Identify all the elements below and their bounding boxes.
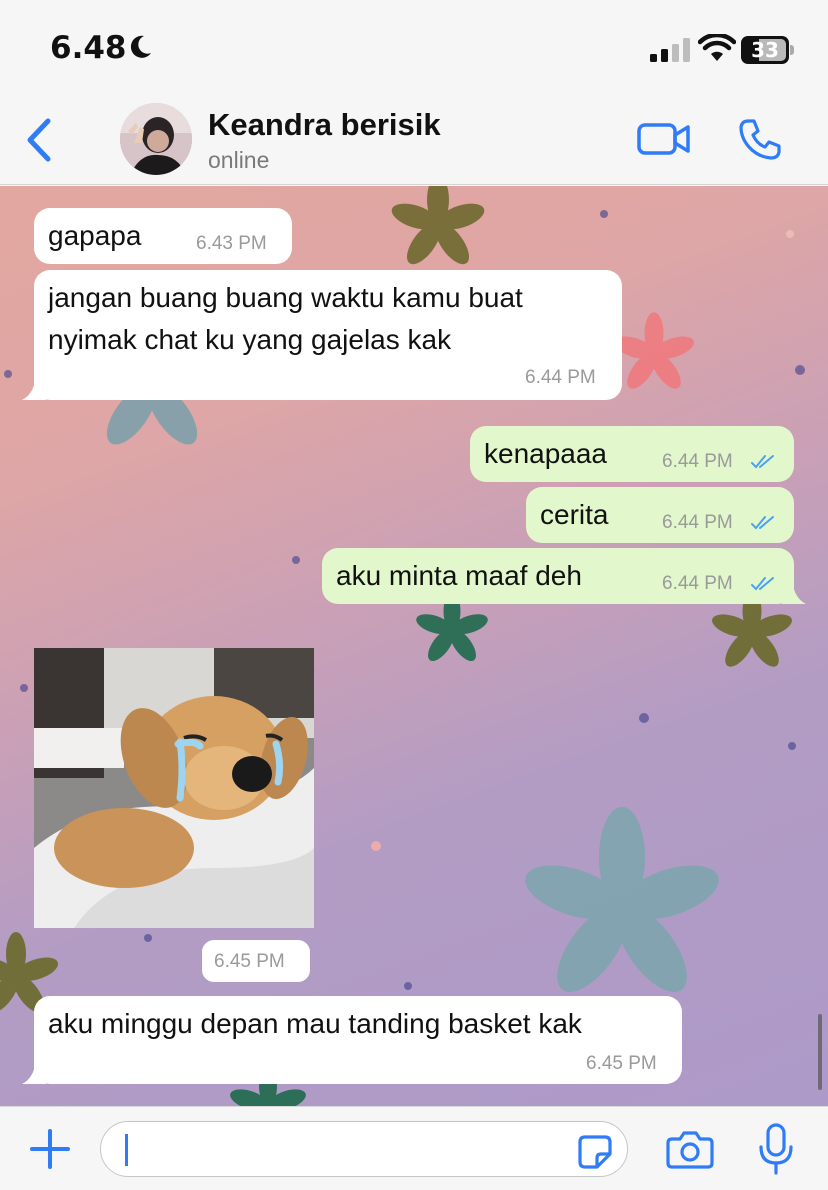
chat-header: Keandra berisik online <box>0 95 828 185</box>
avatar[interactable] <box>120 103 192 175</box>
signal-icon <box>650 38 690 62</box>
plus-icon[interactable] <box>28 1127 72 1171</box>
message-bubble-incoming[interactable]: gapapa 6.43 PM <box>34 208 292 264</box>
message-time: 6.44 PM <box>662 451 733 472</box>
double-check-icon <box>751 577 774 591</box>
message-bubble-outgoing[interactable]: cerita 6.44 PM <box>526 487 794 543</box>
phone-icon[interactable] <box>738 117 782 161</box>
message-bubble-outgoing[interactable]: kenapaaa 6.44 PM <box>470 426 794 482</box>
status-bar: 6.48 33 <box>0 0 828 95</box>
bubble-tail <box>782 580 806 604</box>
text-caret <box>125 1134 128 1166</box>
moon-icon <box>130 35 151 58</box>
double-check-icon <box>751 455 774 469</box>
message-text: aku minggu depan mau tanding basket kak <box>48 1008 582 1039</box>
message-time: 6.44 PM <box>525 367 596 388</box>
message-time: 6.43 PM <box>196 233 267 254</box>
image-time-pill: 6.45 PM <box>202 940 310 982</box>
video-call-icon[interactable] <box>636 119 692 159</box>
message-bubble-outgoing[interactable]: aku minta maaf deh 6.44 PM <box>322 548 806 604</box>
message-bubble-incoming[interactable]: aku minggu depan mau tanding basket kak … <box>22 996 682 1084</box>
chat-area[interactable]: gapapa 6.43 PM jangan buang buang waktu … <box>0 186 828 1106</box>
message-text: nyimak chat ku yang gajelas kak <box>48 324 452 355</box>
bubble-tail <box>22 1060 46 1084</box>
crying-dog-sticker <box>34 648 314 928</box>
message-time: 6.44 PM <box>662 512 733 533</box>
message-input[interactable] <box>100 1121 628 1177</box>
battery-level: 33 <box>751 38 779 62</box>
message-text: cerita <box>540 499 609 530</box>
message-text: gapapa <box>48 220 142 251</box>
back-chevron-icon[interactable] <box>22 117 56 163</box>
message-time: 6.45 PM <box>586 1053 657 1074</box>
message-time: 6.45 PM <box>214 951 285 972</box>
bubble-tail <box>22 376 46 400</box>
message-text: jangan buang buang waktu kamu buat <box>48 282 523 313</box>
contact-status: online <box>208 147 270 173</box>
double-check-icon <box>751 516 774 530</box>
wifi-icon <box>698 34 736 61</box>
contact-name[interactable]: Keandra berisik <box>208 107 441 143</box>
message-text: aku minta maaf deh <box>336 560 582 591</box>
battery-icon: 33 <box>741 36 795 64</box>
status-time: 6.48 <box>50 30 127 66</box>
microphone-icon[interactable] <box>758 1123 794 1175</box>
message-text: kenapaaa <box>484 438 608 469</box>
image-message[interactable] <box>34 648 314 928</box>
input-bar <box>0 1106 828 1190</box>
sticker-icon[interactable] <box>577 1134 613 1170</box>
scrollbar[interactable] <box>818 1014 822 1090</box>
message-bubble-incoming[interactable]: jangan buang buang waktu kamu buat nyima… <box>22 270 622 400</box>
message-time: 6.44 PM <box>662 573 733 594</box>
camera-icon[interactable] <box>666 1129 714 1169</box>
